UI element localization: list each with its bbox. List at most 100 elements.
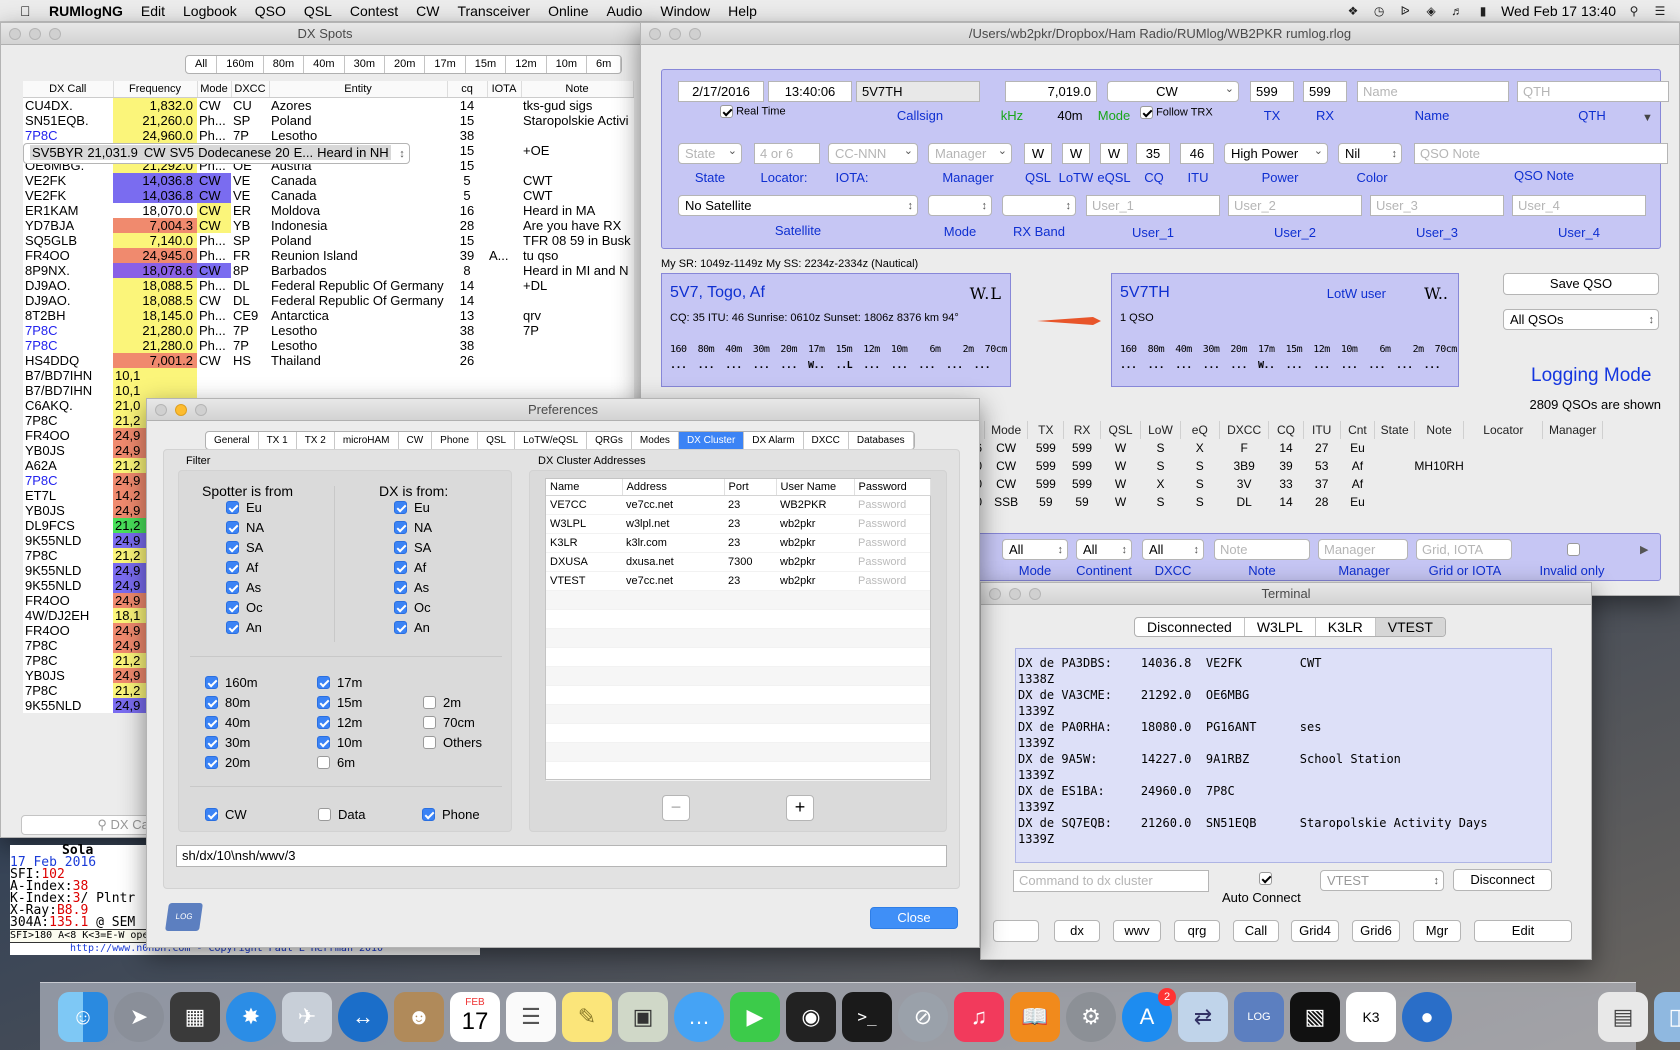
menu-cw[interactable]: CW (407, 3, 448, 19)
qso-row[interactable]: 0SSB5959WSSDL1428Eu (973, 493, 1603, 511)
band-check[interactable] (317, 716, 330, 729)
col-note[interactable]: Note (521, 81, 634, 98)
qcol-dxcc[interactable]: DXCC (1219, 421, 1270, 439)
band-check[interactable] (205, 756, 218, 769)
band-filter-80m[interactable]: 80m (264, 56, 305, 73)
apple-icon[interactable]:  (20, 3, 40, 19)
col-frequency[interactable]: Frequency (113, 81, 198, 98)
band-check[interactable] (423, 716, 436, 729)
user4-field[interactable]: User_4 (1512, 195, 1646, 216)
band-filter-30m[interactable]: 30m (345, 56, 385, 73)
ptab-qsl[interactable]: QSL (478, 432, 516, 449)
real-time-check-icon[interactable] (720, 105, 733, 118)
band-10m-checkbox[interactable]: 10m (317, 735, 362, 750)
close-window-icon[interactable] (9, 28, 21, 40)
qcol-manager[interactable]: Manager (1542, 421, 1603, 439)
band-filter-all[interactable]: All (186, 56, 218, 73)
qcol-note[interactable]: Note (1414, 421, 1465, 439)
mode-phone-check[interactable] (422, 808, 435, 821)
menu-online[interactable]: Online (539, 3, 597, 19)
sat-mode-select[interactable] (928, 195, 992, 216)
dx-continent-sa-checkbox[interactable]: SA (394, 540, 431, 555)
document-stack-icon[interactable]: ▤ (1598, 991, 1648, 1042)
close-preferences-button[interactable]: Close (870, 907, 958, 929)
disconnect-button[interactable]: Disconnect (1453, 869, 1552, 891)
address-cell[interactable]: Password (854, 571, 930, 591)
address-cell[interactable]: 23 (724, 533, 776, 553)
close-window-icon[interactable] (989, 588, 1001, 600)
continent-check[interactable] (226, 601, 239, 614)
spot-row[interactable]: 7P8C 21,280.0 Ph... 7P Lesotho 38 (23, 337, 633, 353)
band-check[interactable] (317, 756, 330, 769)
edit-button[interactable]: Edit (1474, 920, 1572, 942)
band-filter-160m[interactable]: 160m (217, 56, 264, 73)
notification-center-icon[interactable]: ☰ (1652, 4, 1668, 18)
finder-icon[interactable]: ☺ (58, 991, 108, 1042)
qso-row[interactable]: 0CW599599WXS3V3337Af (973, 475, 1603, 493)
notes-icon[interactable]: ✎ (562, 991, 612, 1042)
acol-address[interactable]: Address (622, 479, 725, 496)
address-cell[interactable]: W3LPL (546, 514, 622, 534)
spot-row[interactable]: YD7BJA 7,004.3 CW YB Indonesia 28 Are you have… (23, 217, 633, 233)
tab-disconnected[interactable]: Disconnected (1135, 618, 1245, 636)
address-cell[interactable]: 7300 (724, 552, 776, 572)
minimize-window-icon[interactable] (1009, 588, 1021, 600)
cq-zone-field[interactable]: 35 (1136, 143, 1170, 164)
address-cell[interactable]: wb2pkr (776, 552, 854, 572)
menu-app[interactable]: RUMlogNG (40, 3, 132, 19)
spot-row[interactable]: B7/BD7IHN 10,1 (23, 382, 633, 398)
rx-band-select[interactable] (1002, 195, 1076, 216)
ptab-dx-alarm[interactable]: DX Alarm (744, 432, 804, 449)
launchpad-icon[interactable]: ➤ (114, 991, 164, 1042)
follow-trx-check-icon[interactable] (1140, 106, 1153, 119)
band-check[interactable] (423, 696, 436, 709)
time-field[interactable]: 13:40:06 (768, 81, 852, 102)
col-dx-call[interactable]: DX Call (23, 81, 114, 98)
spot-row[interactable]: VE2FK 14,036.8 CW VE Canada 5 CWT (23, 172, 633, 188)
spotter-continent-oc-checkbox[interactable]: Oc (226, 600, 263, 615)
col-dxcc[interactable]: DXCC (231, 81, 270, 98)
spot-row[interactable]: CU4DX. 1,832.0 CW CU Azores 14 tks-gud sigs (23, 97, 633, 113)
k3-utility-icon[interactable]: K3 (1346, 991, 1396, 1042)
spot-row[interactable]: B7/BD7IHN 10,1 (23, 367, 633, 383)
ptab-general[interactable]: General (206, 432, 259, 449)
filter-grid-field[interactable]: Grid, IOTA (1416, 539, 1512, 560)
ptab-qrgs[interactable]: QRGs (587, 432, 632, 449)
address-row[interactable]: VE7CC ve7cc.net 23 WB2PKR Password (546, 495, 930, 515)
auto-connect-checkbox[interactable] (1259, 872, 1272, 885)
iota-select[interactable]: CC-NNN (828, 143, 918, 164)
continent-check[interactable] (226, 541, 239, 554)
spot-row[interactable]: DJ9AO. 18,088.5 Ph... DL Federal Republic Of… (23, 277, 633, 293)
dx-button[interactable]: dx (1054, 920, 1100, 942)
address-cell[interactable]: ve7cc.net (622, 571, 724, 591)
acol-password[interactable]: Password (854, 479, 931, 496)
band-filter-20m[interactable]: 20m (385, 56, 426, 73)
menu-qsl[interactable]: QSL (295, 3, 341, 19)
continent-check[interactable] (394, 621, 407, 634)
preview-icon[interactable]: ▣ (618, 991, 668, 1042)
qcol-cq[interactable]: CQ (1268, 421, 1304, 439)
continent-check[interactable] (226, 581, 239, 594)
ptab-dxcc[interactable]: DXCC (804, 432, 849, 449)
dx-continent-eu-checkbox[interactable]: Eu (394, 500, 430, 515)
name-field[interactable]: Name (1357, 81, 1509, 102)
qth-field[interactable]: QTH (1517, 81, 1669, 102)
itu-zone-field[interactable]: 46 (1180, 143, 1214, 164)
zoom-window-icon[interactable] (689, 28, 701, 40)
qso-row[interactable]: 6CW599599WSXF1427Eu (973, 439, 1603, 457)
mode-data-check[interactable] (318, 808, 331, 821)
spot-row[interactable]: ER1KAM 18,070.0 CW ER Moldova 16 Heard in MA (23, 202, 633, 218)
qcol-mode[interactable]: Mode (984, 421, 1029, 439)
continent-check[interactable] (394, 601, 407, 614)
band-check[interactable] (205, 696, 218, 709)
band-filter-17m[interactable]: 17m (425, 56, 466, 73)
qsl-field[interactable]: W (1024, 143, 1052, 164)
date-field[interactable]: 2/17/2016 (678, 81, 764, 102)
address-cell[interactable]: k3lr.com (622, 533, 724, 553)
address-cell[interactable]: wb2pkr (776, 571, 854, 591)
address-row[interactable]: K3LR k3lr.com 23 wb2pkr Password (546, 533, 930, 553)
rumlog-dock-icon[interactable]: LOG (1234, 991, 1284, 1042)
continent-check[interactable] (226, 561, 239, 574)
wwv-button[interactable]: wwv (1113, 920, 1161, 942)
wifi-icon[interactable]: ◈ (1423, 4, 1439, 18)
